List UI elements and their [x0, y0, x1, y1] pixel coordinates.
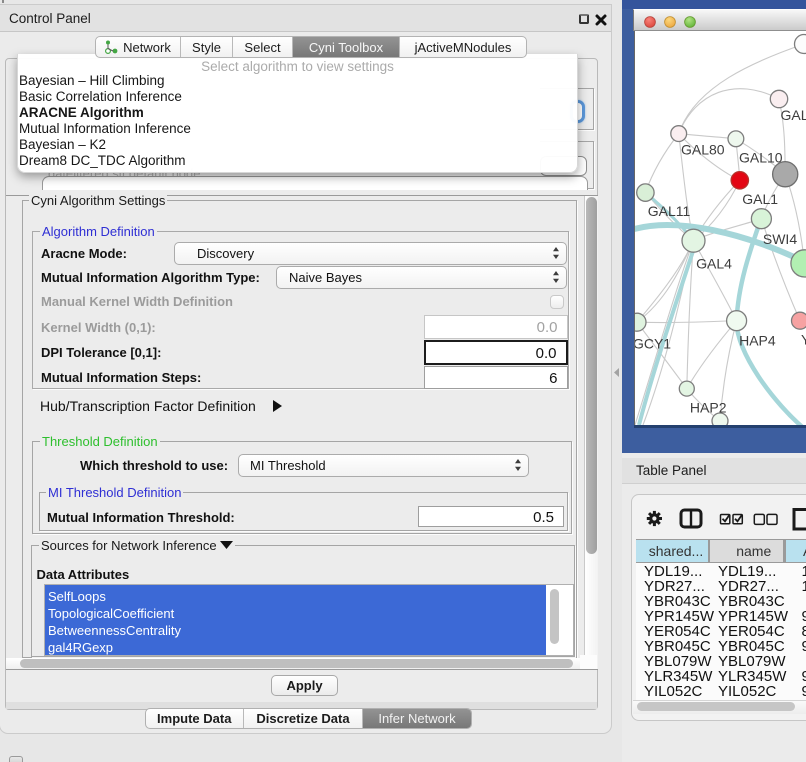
- svg-text:HAP4: HAP4: [739, 332, 776, 348]
- svg-text:GAL7: GAL7: [781, 107, 806, 123]
- svg-text:GAL4: GAL4: [696, 255, 732, 271]
- svg-text:YJ: YJ: [801, 331, 806, 347]
- svg-text:GAL11: GAL11: [648, 203, 691, 219]
- svg-text:HAP2: HAP2: [690, 400, 727, 416]
- svg-text:GAL10: GAL10: [739, 150, 783, 166]
- svg-text:GAL1: GAL1: [742, 191, 778, 207]
- svg-text:GAL80: GAL80: [681, 141, 725, 157]
- svg-text:SWI4: SWI4: [763, 231, 797, 247]
- svg-text:GCY1: GCY1: [635, 335, 671, 351]
